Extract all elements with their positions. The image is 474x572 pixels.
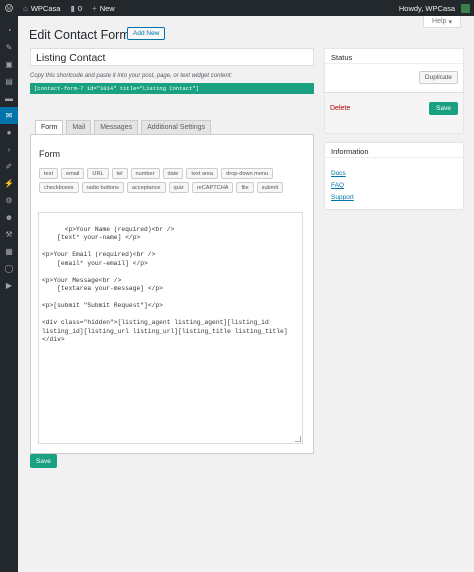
tag-radio-button[interactable]: radio buttons bbox=[81, 182, 124, 193]
page-title: Edit Contact Form bbox=[29, 28, 130, 42]
editor-content: <p>Your Name (required)<br /> [text* you… bbox=[42, 225, 288, 344]
new-label: New bbox=[99, 3, 115, 13]
tools-icon[interactable]: ⚒ bbox=[0, 226, 18, 243]
site-name-link[interactable]: ⌂ WPCasa bbox=[18, 0, 65, 16]
information-box: Information Docs FAQ Support bbox=[324, 142, 464, 210]
form-panel: Form text email URL tel number date text… bbox=[30, 134, 314, 454]
save-button[interactable]: Save bbox=[429, 102, 458, 115]
tag-acceptance-button[interactable]: acceptance bbox=[126, 182, 166, 193]
arrow-icon[interactable]: › bbox=[0, 141, 18, 158]
plus-icon: + bbox=[92, 3, 97, 13]
tab-additional-settings[interactable]: Additional Settings bbox=[141, 120, 212, 135]
save-button-bottom[interactable]: Save bbox=[30, 454, 57, 468]
help-label: Help bbox=[432, 18, 447, 25]
tag-tel-button[interactable]: tel bbox=[111, 168, 128, 179]
comments-link[interactable]: ▮ 0 bbox=[65, 0, 87, 16]
home-icon: ⌂ bbox=[23, 3, 28, 13]
tag-submit-button[interactable]: submit bbox=[256, 182, 284, 193]
greeting: Howdy, WPCasa bbox=[398, 3, 455, 13]
new-content-link[interactable]: + New bbox=[87, 0, 120, 16]
tab-mail[interactable]: Mail bbox=[66, 120, 92, 135]
tag-dropdown-button[interactable]: drop-down menu bbox=[221, 168, 274, 179]
tab-messages[interactable]: Messages bbox=[94, 120, 139, 135]
tag-textarea-button[interactable]: text area bbox=[186, 168, 219, 179]
editor-tabs: Form Mail Messages Additional Settings bbox=[35, 120, 212, 135]
location-icon[interactable]: ● bbox=[0, 124, 18, 141]
resize-handle[interactable] bbox=[295, 436, 301, 442]
pages-icon[interactable]: ▤ bbox=[0, 73, 18, 90]
tag-number-button[interactable]: number bbox=[130, 168, 160, 179]
svg-text:W: W bbox=[7, 7, 12, 12]
form-panel-heading: Form bbox=[39, 149, 60, 159]
pin-icon[interactable]: ✎ bbox=[0, 39, 18, 56]
plugins-icon[interactable]: ⚡ bbox=[0, 175, 18, 192]
tab-form[interactable]: Form bbox=[35, 120, 64, 135]
docs-link[interactable]: Docs bbox=[331, 170, 346, 177]
shortcode-label: Copy this shortcode and paste it into yo… bbox=[30, 73, 233, 79]
chevron-down-icon: ▾ bbox=[448, 18, 452, 26]
main-content: Help ▾ Edit Contact Form Add New Listing… bbox=[18, 16, 474, 572]
form-title-input[interactable]: Listing Contact bbox=[30, 48, 314, 66]
information-heading: Information bbox=[331, 147, 369, 156]
site-name: WPCasa bbox=[30, 3, 61, 13]
tag-email-button[interactable]: email bbox=[61, 168, 85, 179]
tag-text-button[interactable]: text bbox=[39, 168, 59, 179]
comments-icon[interactable]: ▬ bbox=[0, 90, 18, 107]
faq-link[interactable]: FAQ bbox=[331, 182, 344, 189]
tag-generator-row-1: text email URL tel number date text area… bbox=[39, 168, 274, 179]
wordpress-logo-icon[interactable]: W bbox=[0, 0, 18, 16]
settings-icon[interactable]: ▦ bbox=[0, 243, 18, 260]
users-icon[interactable]: ⚙ bbox=[0, 192, 18, 209]
support-link[interactable]: Support bbox=[331, 194, 354, 201]
comment-icon: ▮ bbox=[70, 3, 75, 13]
account-menu[interactable]: Howdy, WPCasa bbox=[394, 0, 474, 16]
status-actions: Delete Save bbox=[325, 92, 463, 133]
comments-count: 0 bbox=[77, 3, 83, 13]
admin-side-menu: ◔ ✎ ▣ ▤ ▬ ✉ ● › ✐ ⚡ ⚙ ☻ ⚒ ▦ ◯ ▶ bbox=[0, 16, 18, 572]
delete-link[interactable]: Delete bbox=[330, 105, 350, 112]
divider bbox=[325, 157, 463, 158]
circle-icon[interactable]: ◯ bbox=[0, 260, 18, 277]
user-icon[interactable]: ☻ bbox=[0, 209, 18, 226]
tag-generator-row-2: checkboxes radio buttons acceptance quiz… bbox=[39, 182, 284, 193]
play-icon[interactable]: ▶ bbox=[0, 277, 18, 294]
mail-icon[interactable]: ✉ bbox=[0, 107, 18, 124]
shortcode-field[interactable]: [contact-form-7 id="1014" title="Listing… bbox=[30, 83, 314, 94]
avatar bbox=[461, 3, 470, 13]
duplicate-button[interactable]: Duplicate bbox=[418, 71, 458, 84]
tag-file-button[interactable]: file bbox=[236, 182, 254, 193]
appearance-icon[interactable]: ✐ bbox=[0, 158, 18, 175]
help-tab[interactable]: Help ▾ bbox=[423, 16, 461, 28]
status-heading: Status bbox=[331, 53, 353, 62]
tag-checkboxes-button[interactable]: checkboxes bbox=[39, 182, 79, 193]
media-icon[interactable]: ▣ bbox=[0, 56, 18, 73]
tag-url-button[interactable]: URL bbox=[87, 168, 109, 179]
tag-recaptcha-button[interactable]: reCAPTCHA bbox=[191, 182, 234, 193]
status-box: Status Duplicate Delete Save bbox=[324, 48, 464, 134]
dashboard-icon[interactable]: ◔ bbox=[0, 22, 18, 39]
add-new-button[interactable]: Add New bbox=[127, 27, 166, 40]
tag-quiz-button[interactable]: quiz bbox=[168, 182, 189, 193]
admin-bar: W ⌂ WPCasa ▮ 0 + New Howdy, WPCasa bbox=[0, 0, 474, 16]
divider bbox=[325, 63, 463, 64]
tag-date-button[interactable]: date bbox=[162, 168, 184, 179]
form-template-editor[interactable]: <p>Your Name (required)<br /> [text* you… bbox=[38, 212, 303, 444]
